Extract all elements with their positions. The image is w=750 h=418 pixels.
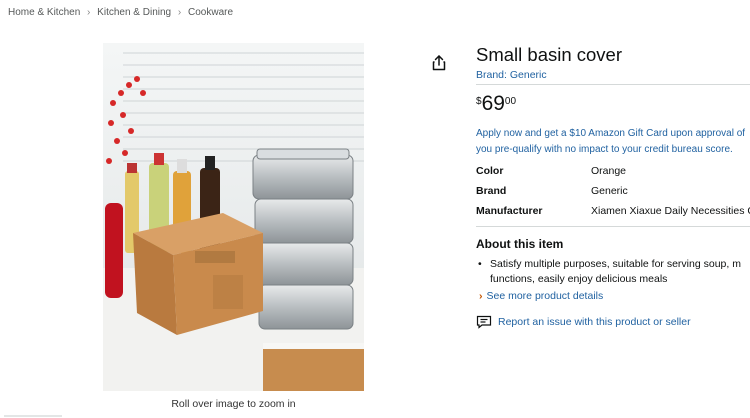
about-bullets: Satisfy multiple purposes, suitable for …: [476, 257, 750, 287]
spec-row-brand: Brand Generic: [476, 185, 750, 205]
about-divider: [476, 226, 750, 227]
spec-key: Manufacturer: [476, 205, 543, 217]
bullet-line: Satisfy multiple purposes, suitable for …: [490, 258, 741, 270]
about-bullet: Satisfy multiple purposes, suitable for …: [476, 257, 750, 287]
breadcrumb-separator: ›: [87, 7, 91, 18]
breadcrumb-separator: ›: [177, 7, 182, 18]
price: $6900: [476, 92, 516, 116]
breadcrumb: Home & Kitchen › Kitchen & Dining › Cook…: [8, 7, 233, 18]
bullet-line: functions, easily enjoy delicious meals: [490, 273, 668, 285]
see-more-label[interactable]: See more product details: [487, 290, 604, 302]
share-icon[interactable]: [430, 54, 448, 72]
report-issue-link[interactable]: Report an issue with this product or sel…: [476, 315, 691, 329]
spec-row-manufacturer: Manufacturer Xiamen Xiaxue Daily Necessi…: [476, 205, 750, 225]
title-divider: [476, 84, 750, 85]
about-title: About this item: [476, 237, 564, 251]
promo-line[interactable]: Apply now and get a $10 Amazon Gift Card…: [476, 126, 750, 142]
spec-key: Color: [476, 165, 504, 177]
price-fraction: 00: [504, 96, 517, 107]
zoom-hint: Roll over image to zoom in: [171, 398, 296, 410]
breadcrumb-item-cookware[interactable]: Cookware: [188, 7, 233, 18]
spec-row-color: Color Orange: [476, 165, 750, 185]
chevron-right-icon: ›: [479, 290, 483, 302]
see-more-details-link[interactable]: › See more product details: [479, 290, 603, 302]
promo-line[interactable]: you pre-qualify with no impact to your c…: [476, 142, 750, 158]
price-symbol: $: [476, 96, 482, 107]
report-flag-icon: [476, 315, 492, 329]
price-whole: 69: [481, 92, 505, 115]
spec-value: Generic: [591, 185, 628, 197]
spec-value: Xiamen Xiaxue Daily Necessities C: [591, 205, 750, 217]
breadcrumb-item-kitchen-dining[interactable]: Kitchen & Dining: [97, 7, 171, 18]
brand-link[interactable]: Brand: Generic: [476, 69, 547, 81]
product-photo: [103, 43, 364, 391]
thumbnail-strip-edge: [4, 415, 62, 417]
product-image[interactable]: [103, 43, 364, 391]
spec-key: Brand: [476, 185, 507, 197]
spec-value: Orange: [591, 165, 627, 177]
product-title: Small basin cover: [476, 44, 623, 65]
breadcrumb-item-home-kitchen[interactable]: Home & Kitchen: [8, 7, 80, 18]
credit-card-promo[interactable]: Apply now and get a $10 Amazon Gift Card…: [476, 126, 750, 158]
report-label[interactable]: Report an issue with this product or sel…: [498, 316, 691, 328]
product-specs: Color Orange Brand Generic Manufacturer …: [476, 165, 750, 225]
